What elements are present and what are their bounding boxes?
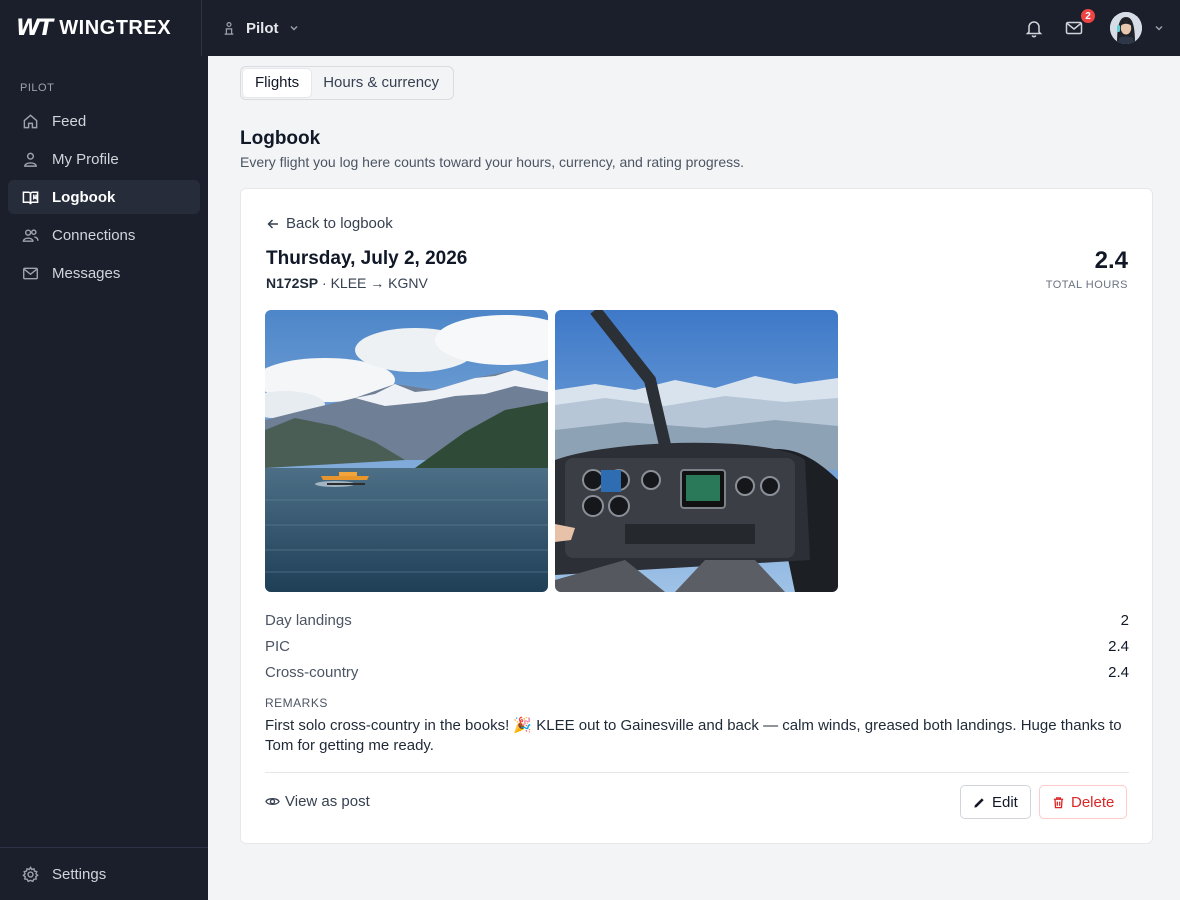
flight-detail-card: Back to logbook Thursday, July 2, 2026 N… <box>240 188 1153 844</box>
user-icon <box>24 152 37 167</box>
delete-button[interactable]: Delete <box>1039 785 1128 819</box>
sidebar-item-label: Connections <box>52 226 136 244</box>
app-name: WINGTREX <box>59 16 172 39</box>
tab-hours-currency[interactable]: Hours & currency <box>311 69 451 97</box>
flight-stats: Day landings 2 PIC 2.4 Cross-country 2.4 <box>265 607 1129 685</box>
book-icon <box>22 191 39 204</box>
sidebar-nav: Feed My Profile Logbook Connections Mess… <box>0 104 208 290</box>
unread-badge: 2 <box>1079 7 1097 25</box>
stat-value: 2.4 <box>1108 637 1129 655</box>
delete-label: Delete <box>1071 793 1115 811</box>
pencil-icon <box>974 797 984 808</box>
avatar[interactable] <box>1110 12 1142 44</box>
remarks-label: REMARKS <box>265 696 328 710</box>
divider <box>265 772 1129 773</box>
tab-flights[interactable]: Flights <box>243 69 312 97</box>
gear-icon <box>22 865 39 882</box>
role-label: Pilot <box>246 19 279 37</box>
sidebar-item-label: Logbook <box>52 188 116 206</box>
tail-number: N172SP <box>266 275 319 291</box>
home-icon <box>23 113 38 128</box>
stat-value: 2.4 <box>1108 663 1129 681</box>
sidebar-item-label: Feed <box>52 112 87 130</box>
flight-photo-cockpit[interactable] <box>555 310 838 592</box>
sidebar-item-label: Messages <box>52 264 121 282</box>
back-to-logbook-link[interactable]: Back to logbook <box>266 215 393 232</box>
sidebar-item-label: My Profile <box>52 150 119 168</box>
logo-mark: WT <box>16 15 53 41</box>
trash-icon <box>1053 796 1064 808</box>
app-logo[interactable]: WT WINGTREX <box>16 0 202 56</box>
role-switcher[interactable]: Pilot <box>222 20 299 37</box>
sidebar-item-messages[interactable]: Messages <box>8 256 200 290</box>
sidebar-item-settings[interactable]: Settings <box>0 847 208 900</box>
flight-route: N172SP · KLEE → KGNV <box>266 275 428 291</box>
total-hours-value: 2.4 <box>1094 247 1128 274</box>
main-content: Flights Hours & currency Logbook Every f… <box>208 56 1180 900</box>
stat-row-pic: PIC 2.4 <box>265 633 1129 659</box>
stat-label: PIC <box>265 637 291 655</box>
flight-date: Thursday, July 2, 2026 <box>266 248 468 269</box>
cockpit-photo <box>555 310 838 592</box>
avatar-image <box>1110 12 1142 44</box>
sidebar-item-feed[interactable]: Feed <box>8 104 200 138</box>
sidebar-item-logbook[interactable]: Logbook <box>8 180 200 214</box>
remarks-text: First solo cross-country in the books! 🎉… <box>265 717 1122 754</box>
sidebar-item-connections[interactable]: Connections <box>8 218 200 252</box>
page-subtitle: Every flight you log here counts toward … <box>240 154 744 170</box>
total-hours: 2.4 TOTAL HOURS <box>1046 247 1128 291</box>
total-hours-label: TOTAL HOURS <box>1045 279 1128 291</box>
sidebar-section-heading: PILOT <box>20 82 55 94</box>
sidebar: PILOT Feed My Profile Logbook Connection… <box>0 56 208 900</box>
edit-label: Edit <box>992 793 1018 811</box>
back-label: Back to logbook <box>286 215 393 232</box>
stat-row-day-landings: Day landings 2 <box>265 607 1129 633</box>
flight-photo-floatplane[interactable] <box>265 310 548 592</box>
notifications-button[interactable] <box>1022 16 1046 40</box>
stat-value: 2 <box>1120 611 1129 629</box>
page-title: Logbook <box>240 128 321 149</box>
view-as-post-link[interactable]: View as post <box>265 793 370 810</box>
stat-label: Day landings <box>265 611 352 629</box>
chevron-down-icon <box>290 26 297 31</box>
mail-icon <box>22 267 39 279</box>
sidebar-item-my-profile[interactable]: My Profile <box>8 142 200 176</box>
bell-icon <box>1025 21 1043 38</box>
chevron-down-icon[interactable] <box>1154 23 1164 33</box>
eye-icon <box>265 798 280 805</box>
route-text: · KLEE → KGNV <box>318 275 428 291</box>
person-pin-icon <box>224 21 234 35</box>
arrow-left-icon <box>267 218 278 229</box>
settings-label: Settings <box>52 865 107 883</box>
logbook-tabs: Flights Hours & currency <box>240 66 455 100</box>
edit-button[interactable]: Edit <box>960 785 1031 819</box>
view-as-post-label: View as post <box>285 793 370 810</box>
messages-button[interactable]: 2 <box>1062 7 1097 40</box>
stat-row-cross-country: Cross-country 2.4 <box>265 659 1129 685</box>
floatplane-photo <box>265 310 548 592</box>
stat-label: Cross-country <box>265 663 359 681</box>
users-icon <box>22 228 39 242</box>
top-bar: WT WINGTREX Pilot 2 <box>0 0 1180 56</box>
